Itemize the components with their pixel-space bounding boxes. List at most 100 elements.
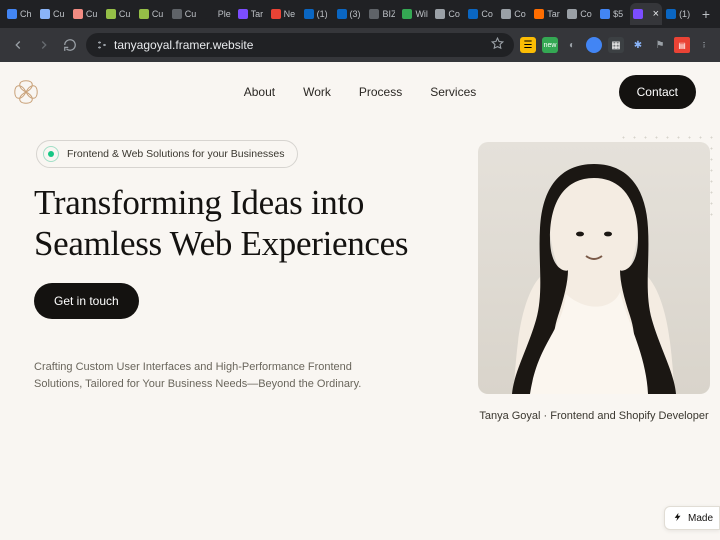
- hero-left: Frontend & Web Solutions for your Busine…: [34, 140, 458, 422]
- browser-tab[interactable]: Ch: [4, 3, 36, 25]
- tab-label: Cu: [53, 9, 66, 19]
- browser-tab[interactable]: Co: [564, 3, 596, 25]
- nav-process[interactable]: Process: [359, 85, 402, 99]
- extension-icons: ☰ new ◐ ▦ ✱ ⚑ ▤ ፧: [520, 37, 712, 53]
- nav-services[interactable]: Services: [430, 85, 476, 99]
- ext-icon[interactable]: ✱: [630, 37, 646, 53]
- browser-tab-strip: Ch Cu Cu Cu Cu Cu Ple Tar Ne (1) (3) BIZ Wil Co Co Co Ta…: [0, 0, 720, 28]
- main-nav: About Work Process Services: [244, 85, 477, 99]
- browser-tab[interactable]: Cu: [37, 3, 69, 25]
- star-icon[interactable]: [491, 37, 504, 53]
- tab-label: Cu: [185, 9, 198, 19]
- browser-tab[interactable]: (3): [334, 3, 366, 25]
- contact-button[interactable]: Contact: [619, 75, 696, 109]
- portrait-caption: Tanya Goyal · Frontend and Shopify Devel…: [478, 410, 710, 422]
- favicon-icon: [172, 9, 182, 19]
- favicon-icon: [468, 9, 478, 19]
- tab-label: Tar: [547, 9, 560, 19]
- browser-toolbar: tanyagoyal.framer.website ☰ new ◐ ▦ ✱ ⚑ …: [0, 28, 720, 62]
- site-settings-icon[interactable]: [96, 39, 108, 51]
- favicon-icon: [534, 9, 544, 19]
- ext-icon[interactable]: ☰: [520, 37, 536, 53]
- tab-label: Co: [514, 9, 527, 19]
- address-bar[interactable]: tanyagoyal.framer.website: [86, 33, 514, 57]
- tab-label: Ch: [20, 9, 33, 19]
- nav-work[interactable]: Work: [303, 85, 331, 99]
- tab-label: Wil: [415, 9, 428, 19]
- favicon-icon: [600, 9, 610, 19]
- browser-tab[interactable]: Tar: [531, 3, 563, 25]
- site-logo[interactable]: [12, 78, 40, 106]
- nav-about[interactable]: About: [244, 85, 275, 99]
- forward-icon[interactable]: [34, 35, 54, 55]
- new-tab-button[interactable]: +: [696, 4, 716, 24]
- tab-label: Ple: [218, 9, 231, 19]
- ext-icon[interactable]: [586, 37, 602, 53]
- browser-tab[interactable]: (1): [663, 3, 695, 25]
- browser-tab[interactable]: $5: [597, 3, 629, 25]
- hero-headline: Transforming Ideas into Seamless Web Exp…: [34, 182, 458, 265]
- favicon-icon: [40, 9, 50, 19]
- ext-icon[interactable]: ⚑: [652, 37, 668, 53]
- favicon-icon: [369, 9, 379, 19]
- browser-tab[interactable]: Ple: [202, 3, 234, 25]
- browser-tab[interactable]: Tar: [235, 3, 267, 25]
- ext-icon[interactable]: new: [542, 37, 558, 53]
- favicon-icon: [271, 9, 281, 19]
- url-text: tanyagoyal.framer.website: [114, 38, 485, 52]
- status-dot-icon: [43, 146, 59, 162]
- tab-label: Co: [481, 9, 494, 19]
- favicon-icon: [337, 9, 347, 19]
- favicon-icon: [73, 9, 83, 19]
- browser-tab[interactable]: Cu: [70, 3, 102, 25]
- browser-tab[interactable]: Cu: [103, 3, 135, 25]
- favicon-icon: [666, 9, 676, 19]
- browser-tab[interactable]: BIZ: [366, 3, 398, 25]
- made-with-badge[interactable]: Made: [664, 506, 720, 530]
- browser-tab[interactable]: Co: [498, 3, 530, 25]
- browser-tab[interactable]: ×: [630, 3, 662, 25]
- tab-label: Co: [448, 9, 461, 19]
- favicon-icon: [633, 9, 643, 19]
- hero-section: Frontend & Web Solutions for your Busine…: [0, 122, 720, 422]
- tab-label: Ne: [284, 9, 297, 19]
- reload-icon[interactable]: [60, 35, 80, 55]
- get-in-touch-button[interactable]: Get in touch: [34, 283, 139, 319]
- close-icon[interactable]: ×: [653, 8, 659, 20]
- hero-right: Tanya Goyal · Frontend and Shopify Devel…: [478, 140, 720, 422]
- favicon-icon: [567, 9, 577, 19]
- tab-label: $5: [613, 9, 626, 19]
- site-header: About Work Process Services Contact: [0, 62, 720, 122]
- ext-icon[interactable]: ◐: [564, 37, 580, 53]
- tab-label: Tar: [251, 9, 264, 19]
- page-viewport: About Work Process Services Contact Fron…: [0, 62, 720, 540]
- browser-tab[interactable]: Cu: [169, 3, 201, 25]
- browser-tab[interactable]: Co: [465, 3, 497, 25]
- browser-tab[interactable]: Ne: [268, 3, 300, 25]
- favicon-icon: [501, 9, 511, 19]
- ext-icon[interactable]: ▦: [608, 37, 624, 53]
- favicon-icon: [238, 9, 248, 19]
- favicon-icon: [7, 9, 17, 19]
- ext-icon[interactable]: ▤: [674, 37, 690, 53]
- browser-tab[interactable]: (1): [301, 3, 333, 25]
- tab-label: BIZ: [382, 9, 395, 19]
- back-icon[interactable]: [8, 35, 28, 55]
- browser-tab[interactable]: Cu: [136, 3, 168, 25]
- favicon-icon: [205, 9, 215, 19]
- favicon-icon: [435, 9, 445, 19]
- browser-tab[interactable]: Wil: [399, 3, 431, 25]
- cta-label: Get in touch: [54, 294, 119, 308]
- tab-label: Co: [580, 9, 593, 19]
- tab-label: Cu: [152, 9, 165, 19]
- portrait-image: [478, 142, 710, 394]
- tab-label: Cu: [119, 9, 132, 19]
- browser-tab[interactable]: Co: [432, 3, 464, 25]
- favicon-icon: [139, 9, 149, 19]
- hero-tagline: Crafting Custom User Interfaces and High…: [34, 359, 394, 393]
- contact-button-label: Contact: [637, 85, 678, 99]
- ext-icon[interactable]: ፧: [696, 37, 712, 53]
- tab-label: (3): [350, 9, 363, 19]
- favicon-icon: [106, 9, 116, 19]
- bolt-icon: [673, 512, 683, 525]
